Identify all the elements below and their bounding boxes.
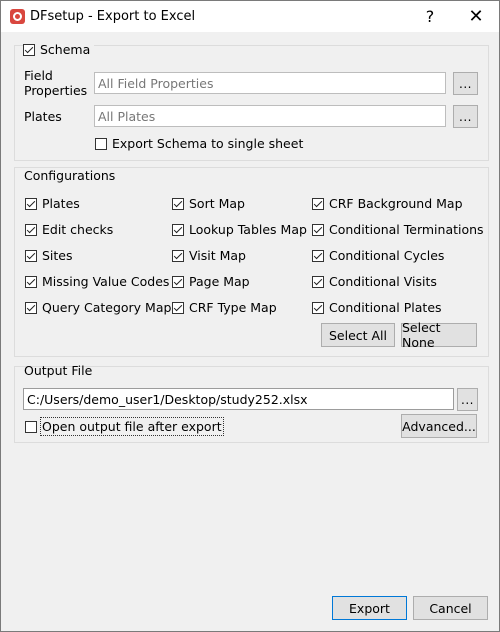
dfsetup-app-icon <box>10 9 25 24</box>
config-checkbox-sites[interactable]: Sites <box>25 248 73 263</box>
open-after-label: Open output file after export <box>40 417 224 436</box>
schema-label: Schema <box>40 42 91 57</box>
plates-input[interactable]: All Plates <box>94 105 446 127</box>
config-checkbox-sort-map[interactable]: Sort Map <box>172 196 245 211</box>
config-checkbox-query-category-map[interactable]: Query Category Map <box>25 300 171 315</box>
check-icon <box>25 197 37 210</box>
open-after-export-checkbox[interactable]: Open output file after export <box>25 417 224 436</box>
cancel-button[interactable]: Cancel <box>413 596 488 620</box>
single-sheet-check-icon <box>95 137 107 150</box>
check-icon <box>172 223 184 236</box>
config-label: CRF Background Map <box>329 196 463 211</box>
config-label: Edit checks <box>42 222 114 237</box>
field-properties-input[interactable]: All Field Properties <box>94 72 446 94</box>
window-title: DFsetup - Export to Excel <box>30 9 196 24</box>
config-checkbox-crf-type-map[interactable]: CRF Type Map <box>172 300 277 315</box>
config-label: Query Category Map <box>42 300 172 315</box>
check-icon <box>172 249 184 262</box>
config-label: Conditional Plates <box>329 300 442 315</box>
field-properties-label: Field Properties <box>24 68 87 98</box>
check-icon <box>25 223 37 236</box>
config-label: Conditional Terminations <box>329 222 484 237</box>
configurations-title: Configurations <box>24 168 116 183</box>
advanced-button[interactable]: Advanced... <box>401 414 477 438</box>
check-icon <box>312 197 324 210</box>
config-label: Lookup Tables Map <box>189 222 307 237</box>
config-checkbox-missing-value-codes[interactable]: Missing Value Codes <box>25 274 169 289</box>
output-path-input[interactable]: C:/Users/demo_user1/Desktop/study252.xls… <box>23 388 454 410</box>
config-label: Conditional Visits <box>329 274 437 289</box>
check-icon <box>312 223 324 236</box>
config-label: Visit Map <box>189 248 246 263</box>
output-file-title: Output File <box>24 363 93 378</box>
export-button[interactable]: Export <box>332 596 407 620</box>
check-icon <box>172 275 184 288</box>
plates-label: Plates <box>24 109 62 124</box>
schema-checkbox[interactable]: Schema <box>23 42 95 57</box>
config-checkbox-conditional-cycles[interactable]: Conditional Cycles <box>312 248 444 263</box>
config-label: Page Map <box>189 274 250 289</box>
config-checkbox-edit-checks[interactable]: Edit checks <box>25 222 113 237</box>
config-label: Missing Value Codes <box>42 274 170 289</box>
title-bar: DFsetup - Export to Excel ? ✕ <box>1 1 499 32</box>
config-checkbox-crf-background-map[interactable]: CRF Background Map <box>312 196 463 211</box>
config-checkbox-plates[interactable]: Plates <box>25 196 80 211</box>
config-label: Sort Map <box>189 196 245 211</box>
config-checkbox-conditional-plates[interactable]: Conditional Plates <box>312 300 442 315</box>
config-label: Sites <box>42 248 73 263</box>
config-checkbox-visit-map[interactable]: Visit Map <box>172 248 246 263</box>
open-after-check-icon <box>25 420 37 433</box>
config-label: Conditional Cycles <box>329 248 445 263</box>
export-single-sheet-checkbox[interactable]: Export Schema to single sheet <box>95 136 303 151</box>
check-icon <box>25 275 37 288</box>
config-checkbox-conditional-terminations[interactable]: Conditional Terminations <box>312 222 484 237</box>
check-icon <box>25 249 37 262</box>
select-all-button[interactable]: Select All <box>321 323 395 347</box>
field-properties-label-text: Field Properties <box>24 68 88 98</box>
check-icon <box>25 301 37 314</box>
help-button[interactable]: ? <box>407 1 453 32</box>
plates-browse-button[interactable]: ... <box>453 105 478 128</box>
output-browse-button[interactable]: ... <box>457 388 478 411</box>
config-checkbox-lookup-tables-map[interactable]: Lookup Tables Map <box>172 222 307 237</box>
check-icon <box>312 301 324 314</box>
close-icon[interactable]: ✕ <box>453 1 499 32</box>
select-none-button[interactable]: Select None <box>401 320 477 350</box>
check-icon <box>172 197 184 210</box>
export-to-excel-dialog: DFsetup - Export to Excel ? ✕ Schema Fie… <box>0 0 500 632</box>
config-label: CRF Type Map <box>189 300 277 315</box>
check-icon <box>172 301 184 314</box>
config-checkbox-conditional-visits[interactable]: Conditional Visits <box>312 274 437 289</box>
config-checkbox-page-map[interactable]: Page Map <box>172 274 250 289</box>
check-icon <box>312 249 324 262</box>
single-sheet-label: Export Schema to single sheet <box>112 136 304 151</box>
schema-check-icon <box>23 43 35 56</box>
field-properties-browse-button[interactable]: ... <box>453 72 478 95</box>
config-label: Plates <box>42 196 80 211</box>
check-icon <box>312 275 324 288</box>
